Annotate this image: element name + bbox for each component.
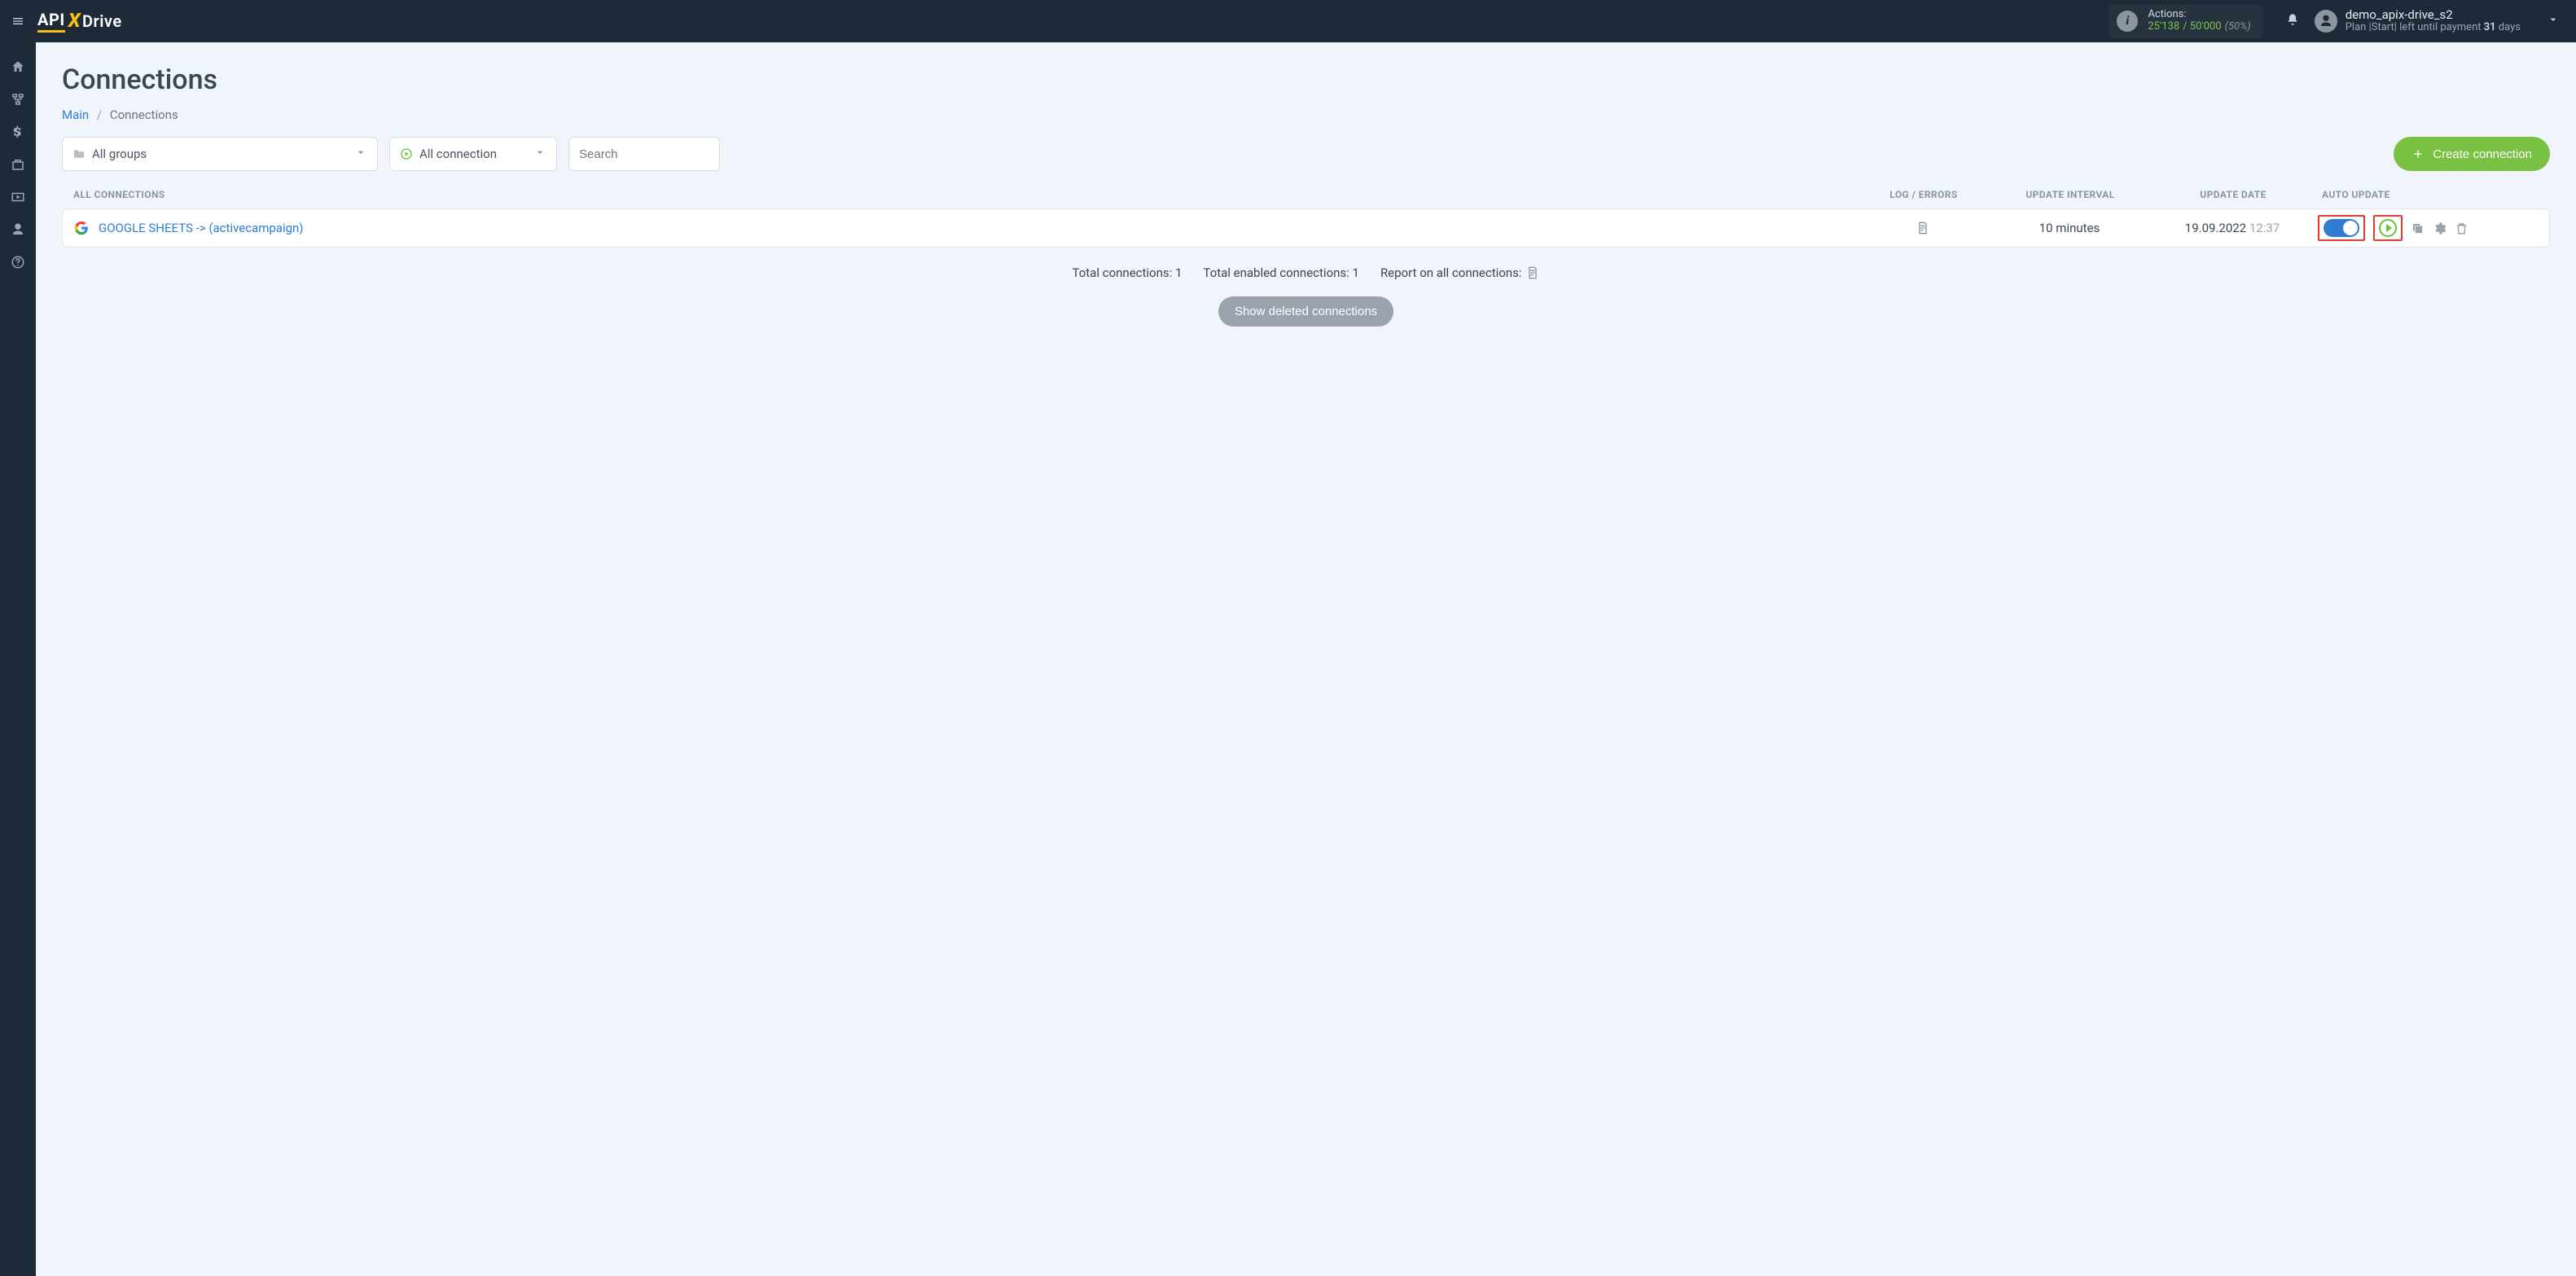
sidebar-item-help[interactable] xyxy=(0,246,36,278)
summary-report-label: Report on all connections: xyxy=(1380,265,1522,280)
topbar: API X Drive i Actions: 25'138 / 50'000 (… xyxy=(0,0,2576,42)
actions-total: 50'000 xyxy=(2190,20,2222,33)
breadcrumb: Main / Connections xyxy=(62,107,2550,122)
menu-toggle-button[interactable] xyxy=(0,0,36,42)
connection-name-link[interactable]: GOOGLE SHEETS -> (activecampaign) xyxy=(99,221,304,235)
th-interval: UPDATE INTERVAL xyxy=(1993,189,2148,200)
logo-text-drive: Drive xyxy=(82,11,122,31)
google-icon xyxy=(74,221,89,235)
delete-button[interactable] xyxy=(2455,221,2468,235)
info-icon: i xyxy=(2117,11,2138,32)
logo-text-x: X xyxy=(68,9,81,32)
actions-percent: (50%) xyxy=(2225,21,2251,33)
sidebar-item-services[interactable] xyxy=(0,148,36,181)
breadcrumb-current: Connections xyxy=(110,107,178,122)
report-download-button[interactable] xyxy=(1526,266,1539,279)
actions-label: Actions: xyxy=(2148,9,2250,21)
create-connection-button[interactable]: Create connection xyxy=(2394,137,2550,171)
row-date: 19.09.2022 12:37 xyxy=(2147,221,2318,235)
logo-text-api: API xyxy=(37,10,65,33)
breadcrumb-main-link[interactable]: Main xyxy=(62,107,89,122)
th-auto: AUTO UPDATE xyxy=(2319,189,2539,200)
sidebar-item-home[interactable] xyxy=(0,50,36,83)
folder-icon xyxy=(72,147,86,160)
main-content: Connections Main / Connections All group… xyxy=(36,42,2576,1276)
user-menu[interactable]: demo_apix-drive_s2 Plan |Start| left unt… xyxy=(2308,8,2527,34)
notifications-button[interactable] xyxy=(2277,13,2308,30)
sidebar xyxy=(0,42,36,1276)
sidebar-item-billing[interactable] xyxy=(0,116,36,148)
log-button[interactable] xyxy=(1854,221,1992,235)
show-deleted-button[interactable]: Show deleted connections xyxy=(1218,296,1393,327)
groups-select-label: All groups xyxy=(92,147,147,161)
run-now-button[interactable] xyxy=(2379,219,2397,237)
table-header: ALL CONNECTIONS LOG / ERRORS UPDATE INTE… xyxy=(62,189,2550,208)
sidebar-item-connections[interactable] xyxy=(0,83,36,116)
summary-total: Total connections: 1 xyxy=(1073,265,1183,280)
row-interval: 10 minutes xyxy=(1992,221,2147,235)
groups-select[interactable]: All groups xyxy=(62,137,378,171)
copy-button[interactable] xyxy=(2411,221,2425,235)
filters-row: All groups All connection Create connect… xyxy=(62,137,2550,171)
brand-logo[interactable]: API X Drive xyxy=(36,10,122,33)
play-circle-icon xyxy=(400,147,413,160)
page-title: Connections xyxy=(62,64,2550,96)
th-log: LOG / ERRORS xyxy=(1854,189,1993,200)
summary-line: Total connections: 1 Total enabled conne… xyxy=(62,248,2550,293)
user-name: demo_apix-drive_s2 xyxy=(2346,8,2521,22)
actions-usage-box[interactable]: i Actions: 25'138 / 50'000 (50%) xyxy=(2109,4,2262,38)
search-box[interactable] xyxy=(568,137,720,171)
table-row: GOOGLE SHEETS -> (activecampaign) 10 min… xyxy=(62,208,2550,248)
chevron-down-icon xyxy=(525,146,546,162)
status-select[interactable]: All connection xyxy=(389,137,557,171)
user-plan-line: Plan |Start| left until payment 31 days xyxy=(2346,22,2521,34)
th-date: UPDATE DATE xyxy=(2148,189,2319,200)
avatar-icon xyxy=(2315,10,2337,33)
summary-enabled: Total enabled connections: 1 xyxy=(1203,265,1359,280)
chevron-down-icon[interactable] xyxy=(2527,13,2568,29)
create-connection-label: Create connection xyxy=(2433,147,2532,161)
th-name: ALL CONNECTIONS xyxy=(73,189,1854,200)
run-highlight xyxy=(2373,215,2403,241)
auto-update-toggle[interactable] xyxy=(2324,219,2359,237)
settings-button[interactable] xyxy=(2433,221,2447,235)
sidebar-item-account[interactable] xyxy=(0,213,36,246)
auto-update-highlight xyxy=(2318,215,2365,241)
actions-used: 25'138 xyxy=(2148,21,2179,33)
chevron-down-icon xyxy=(346,146,367,162)
search-input[interactable] xyxy=(579,147,709,161)
sidebar-item-video[interactable] xyxy=(0,181,36,213)
status-select-label: All connection xyxy=(419,147,497,161)
